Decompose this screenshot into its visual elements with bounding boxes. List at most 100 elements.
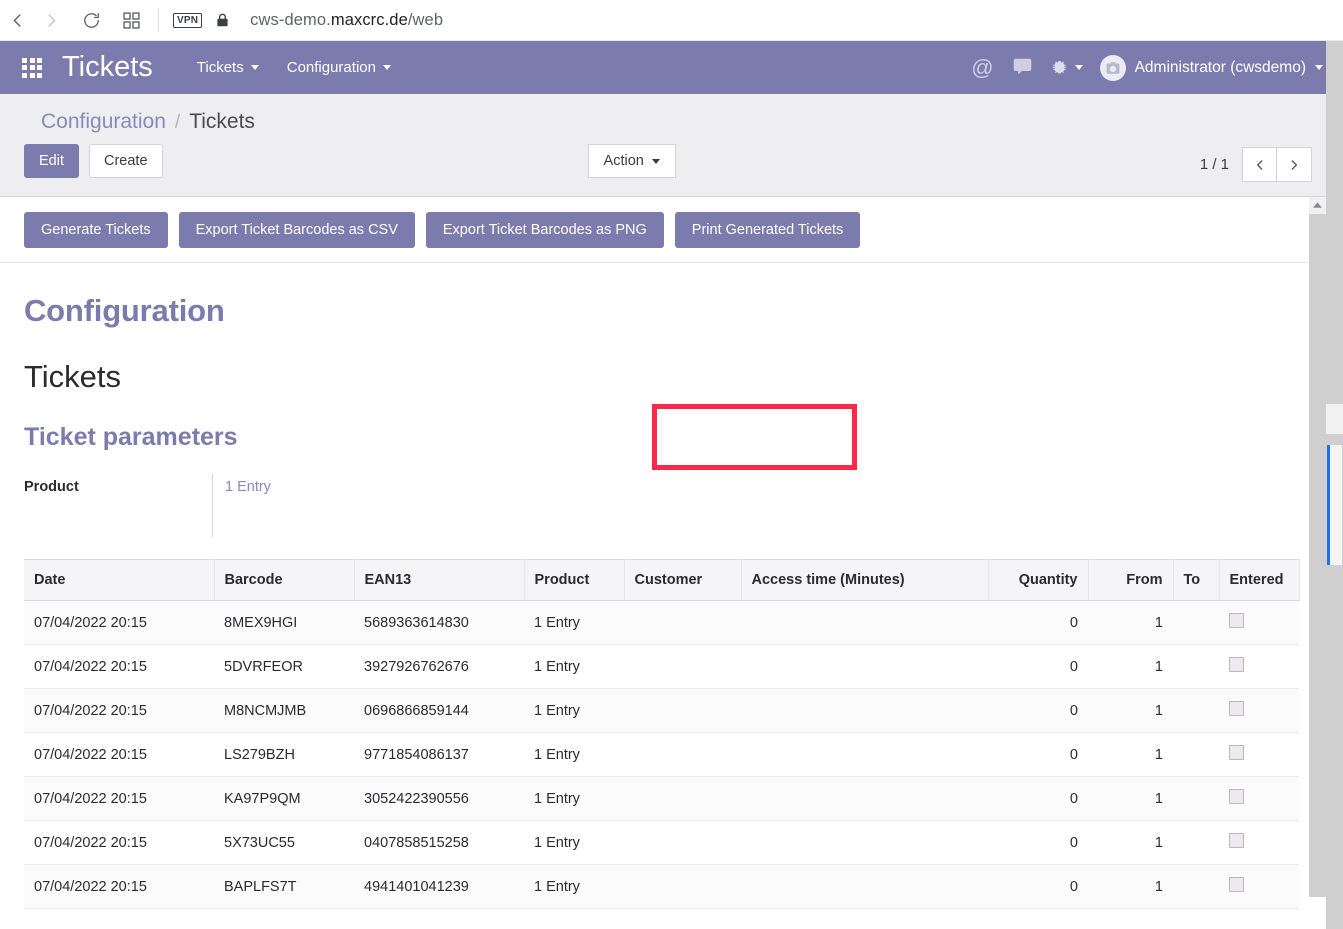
edit-button[interactable]: Edit [24, 143, 79, 179]
pager-buttons [1242, 147, 1312, 182]
cell-date: 07/04/2022 20:15 [24, 688, 214, 733]
browser-vertical-scrollbar[interactable] [1326, 41, 1343, 929]
cell-date: 07/04/2022 20:15 [24, 732, 214, 777]
entered-checkbox[interactable] [1229, 877, 1244, 892]
chevron-down-icon [651, 158, 660, 164]
cell-product: 1 Entry [524, 820, 624, 865]
table-row[interactable]: 07/04/2022 20:15 5DVRFEOR 3927926762676 1 E… [24, 644, 1299, 689]
entered-checkbox[interactable] [1229, 613, 1244, 628]
vpn-badge: VPN [173, 12, 203, 28]
entered-checkbox[interactable] [1229, 833, 1244, 848]
cell-barcode: 5DVRFEOR [214, 644, 354, 689]
col-header-ean13[interactable]: EAN13 [354, 559, 525, 601]
app-navbar: Tickets Tickets Configuration @ Administ… [0, 41, 1343, 94]
user-name-label: Administrator (cwsdemo) [1134, 58, 1306, 76]
cell-from: 1 [1088, 688, 1173, 733]
lock-glyph-icon [217, 13, 228, 27]
table-row[interactable]: 07/04/2022 20:15 BAPLFS7T 4941401041239 1 E… [24, 864, 1299, 909]
form-view-content: Generate Tickets Export Ticket Barcodes … [0, 197, 1343, 909]
cell-entered [1219, 820, 1299, 865]
forward-button[interactable] [34, 3, 68, 37]
cell-access-time [741, 732, 988, 777]
cell-entered [1219, 732, 1299, 777]
cell-product: 1 Entry [524, 776, 624, 821]
entered-checkbox[interactable] [1229, 745, 1244, 760]
cell-access-time [741, 688, 988, 733]
back-button[interactable] [0, 3, 34, 37]
export-barcodes-csv-button[interactable]: Export Ticket Barcodes as CSV [178, 211, 415, 248]
col-header-to[interactable]: To [1173, 559, 1220, 601]
user-avatar-icon [1099, 54, 1126, 81]
cell-ean13: 4941401041239 [354, 864, 524, 909]
debug-menu-button[interactable] [1042, 41, 1092, 94]
cell-quantity: 0 [988, 732, 1088, 777]
cell-ean13: 3927926762676 [354, 644, 524, 689]
tickets-table: Date Barcode EAN13 Product Customer Acce… [24, 559, 1300, 909]
cell-product: 1 Entry [524, 600, 624, 645]
col-header-customer[interactable]: Customer [624, 559, 742, 601]
product-field-label: Product [24, 479, 79, 495]
pager-next-button[interactable] [1277, 147, 1312, 182]
cell-access-time [741, 644, 988, 689]
generate-tickets-button[interactable]: Generate Tickets [24, 211, 168, 248]
col-header-quantity[interactable]: Quantity [988, 559, 1089, 601]
cell-quantity: 0 [988, 776, 1088, 821]
cell-product: 1 Entry [524, 732, 624, 777]
toolbar-divider [158, 8, 159, 32]
user-menu-button[interactable]: Administrator (cwsdemo) [1099, 54, 1325, 81]
col-header-access-time[interactable]: Access time (Minutes) [741, 559, 989, 601]
pager-previous-button[interactable] [1242, 147, 1277, 182]
col-header-date[interactable]: Date [24, 559, 215, 601]
messages-button[interactable] [1003, 41, 1042, 94]
breadcrumb-parent-link[interactable]: Configuration [41, 110, 166, 134]
cell-ean13: 5689363614830 [354, 600, 524, 645]
cell-to [1173, 820, 1219, 865]
control-panel-actions: Edit Create Action 1 / 1 [0, 142, 1343, 196]
reload-icon [83, 12, 99, 28]
bug-icon [1052, 60, 1066, 74]
cell-to [1173, 732, 1219, 777]
address-bar[interactable]: cws-demo.maxcrc.de/web [250, 11, 443, 30]
table-row[interactable]: 07/04/2022 20:15 5X73UC55 0407858515258 1 E… [24, 820, 1299, 865]
cell-entered [1219, 688, 1299, 733]
scroll-up-arrow-icon[interactable] [1309, 197, 1326, 214]
navbar-right-tools: @ Administrator (cwsdemo) [962, 41, 1325, 94]
export-barcodes-png-button[interactable]: Export Ticket Barcodes as PNG [425, 211, 664, 248]
cell-to [1173, 644, 1219, 689]
col-header-from[interactable]: From [1088, 559, 1174, 601]
chevron-down-icon [1074, 65, 1083, 70]
cell-from: 1 [1088, 820, 1173, 865]
reload-button[interactable] [74, 3, 108, 37]
apps-grid-icon[interactable] [22, 57, 42, 78]
action-dropdown-button[interactable]: Action [587, 144, 676, 178]
mail-activity-button[interactable]: @ [962, 41, 1002, 94]
entered-checkbox[interactable] [1229, 789, 1244, 804]
print-generated-tickets-button[interactable]: Print Generated Tickets [674, 211, 861, 248]
tab-overview-button[interactable] [114, 3, 148, 37]
chat-bubble-icon [1013, 58, 1031, 75]
lock-icon[interactable] [215, 11, 230, 29]
col-header-barcode[interactable]: Barcode [214, 559, 355, 601]
table-row[interactable]: 07/04/2022 20:15 LS279BZH 9771854086137 1 E… [24, 732, 1299, 777]
entered-checkbox[interactable] [1229, 701, 1244, 716]
action-dropdown-label: Action [603, 153, 644, 169]
breadcrumb-separator: / [174, 112, 181, 133]
browser-scrollbar-thumb[interactable] [1327, 445, 1342, 565]
product-field-value[interactable]: 1 Entry [212, 474, 442, 537]
cell-to [1173, 776, 1219, 821]
chevron-right-icon [1291, 159, 1298, 170]
cell-entered [1219, 864, 1299, 909]
nav-menu-configuration[interactable]: Configuration [273, 53, 405, 82]
chevron-down-icon [250, 65, 259, 70]
nav-menu-tickets[interactable]: Tickets [183, 53, 273, 82]
entered-checkbox[interactable] [1229, 657, 1244, 672]
create-button[interactable]: Create [89, 143, 163, 179]
col-header-product[interactable]: Product [524, 559, 625, 601]
table-row[interactable]: 07/04/2022 20:15 8MEX9HGI 5689363614830 1 E… [24, 600, 1299, 645]
col-header-entered[interactable]: Entered [1219, 559, 1300, 601]
table-row[interactable]: 07/04/2022 20:15 M8NCMJMB 0696866859144 1 E… [24, 688, 1299, 733]
table-row[interactable]: 07/04/2022 20:15 KA97P9QM 3052422390556 1 E… [24, 776, 1299, 821]
chevron-left-icon [1256, 159, 1262, 170]
inner-vertical-scrollbar[interactable] [1309, 197, 1326, 897]
cell-ean13: 9771854086137 [354, 732, 524, 777]
